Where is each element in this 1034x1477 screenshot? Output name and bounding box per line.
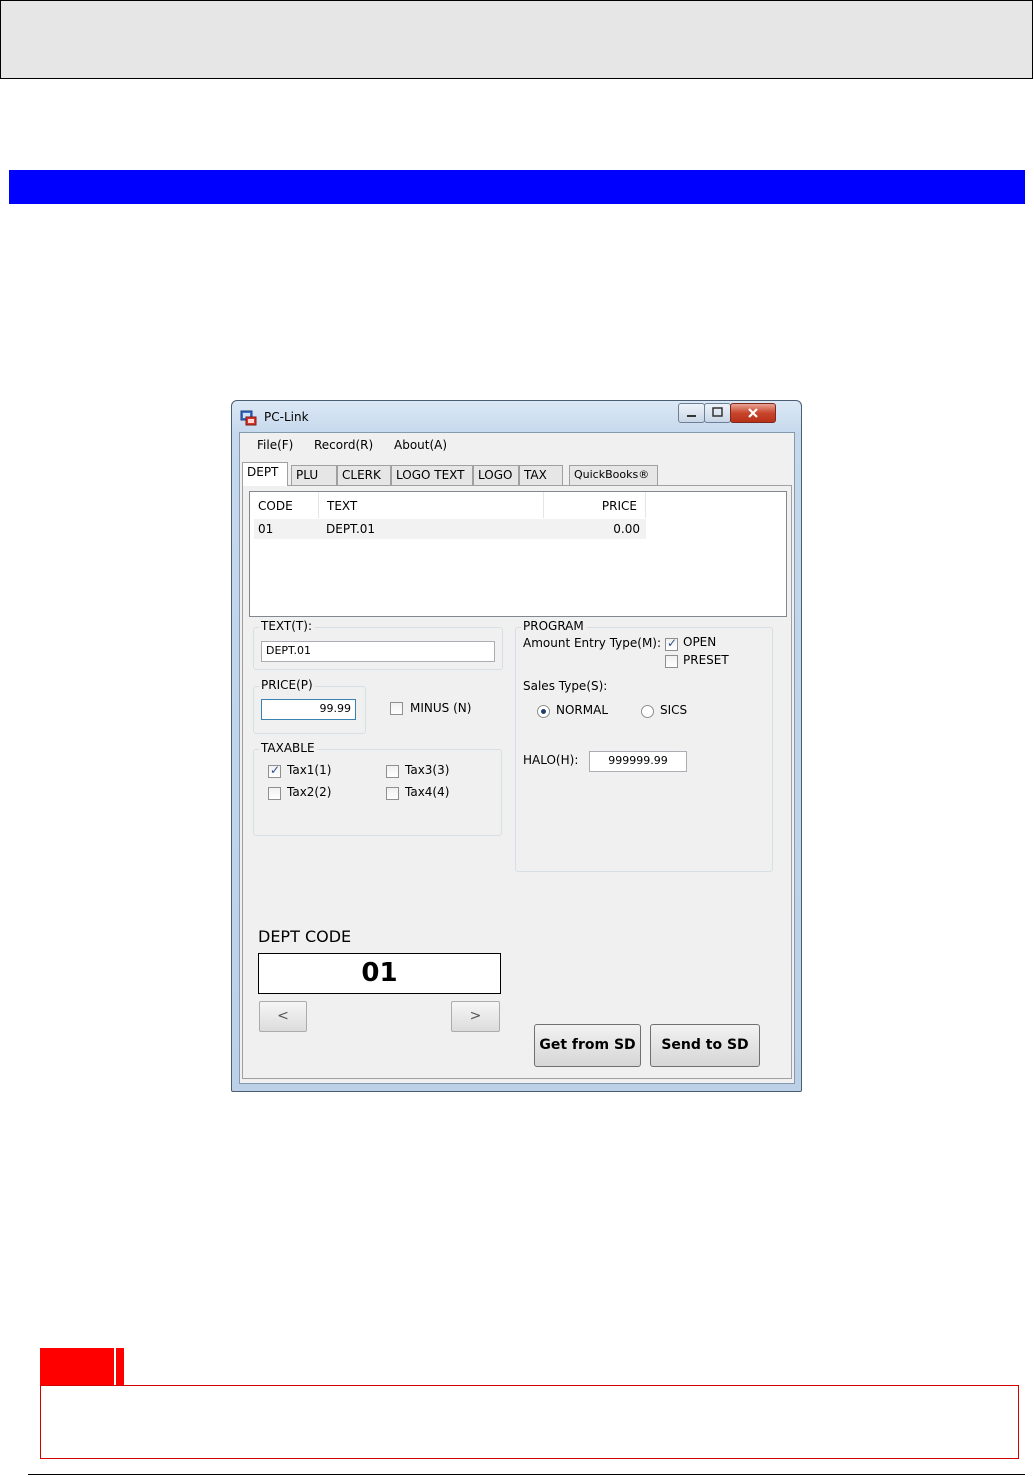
tab-logo-text[interactable]: LOGO TEXT [391,465,473,485]
note-tab [40,1348,114,1386]
close-button[interactable] [730,403,776,423]
app-icon [240,409,257,426]
tab-quickbooks[interactable]: QuickBooks® [569,465,658,485]
pc-link-window: PC-Link File(F) Record(R) About(A) DEPT … [231,400,802,1092]
close-icon [748,408,758,418]
normal-radio[interactable] [537,705,550,718]
maximize-button[interactable] [704,403,731,423]
get-from-sd-button[interactable]: Get from SD [534,1024,641,1067]
dept-code-title: DEPT CODE [258,927,352,946]
sics-radio[interactable] [641,705,654,718]
prev-dept-button[interactable]: < [259,1001,307,1032]
tax1-checkbox[interactable] [268,763,281,778]
row-code: 01 [258,522,274,536]
open-label: OPEN [683,635,717,649]
open-checkbox[interactable] [665,636,678,651]
chevron-left-icon: < [277,1008,289,1024]
row-text: DEPT.01 [326,522,376,536]
sales-type-label: Sales Type(S): [523,679,608,693]
chevron-right-icon: > [469,1008,482,1024]
amount-entry-label: Amount Entry Type(M): [523,636,662,650]
menu-file[interactable]: File(F) [257,438,293,452]
menu-record[interactable]: Record(R) [314,438,373,452]
halo-label: HALO(H): [523,753,579,767]
column-header-code[interactable]: CODE [250,492,319,518]
window-title: PC-Link [264,410,309,424]
table-row[interactable]: 01 DEPT.01 0.00 [254,519,646,539]
tab-logo[interactable]: LOGO [473,465,519,485]
send-to-sd-button[interactable]: Send to SD [650,1024,760,1067]
tab-dept[interactable]: DEPT [242,462,288,486]
maximize-icon [712,407,723,417]
tab-clerk[interactable]: CLERK [337,465,391,485]
program-label: PROGRAM [521,619,586,633]
footer-rule [28,1474,1025,1475]
column-header-price[interactable]: PRICE [544,492,646,518]
client-area: File(F) Record(R) About(A) DEPT PLU CLER… [239,432,795,1084]
text-label: TEXT(T): [259,619,314,633]
text-input[interactable]: DEPT.01 [261,641,495,662]
tax4-label: Tax4(4) [405,785,450,799]
taxable-label: TAXABLE [259,741,317,755]
tab-plu[interactable]: PLU [291,465,337,485]
program-group [515,627,773,872]
caption-buttons [678,403,776,424]
minus-checkbox[interactable] [390,702,403,715]
menu-bar: File(F) Record(R) About(A) [240,433,794,455]
preset-label: PRESET [683,653,729,667]
minimize-icon [687,415,696,417]
price-label: PRICE(P) [259,678,315,692]
tax2-checkbox[interactable] [268,787,281,800]
minus-label: MINUS (N) [410,701,472,715]
page-header-box [0,0,1033,79]
next-dept-button[interactable]: > [451,1001,500,1032]
tax1-label: Tax1(1) [287,763,332,777]
halo-input[interactable]: 999999.99 [589,751,687,772]
column-header-text[interactable]: TEXT [319,492,544,518]
dept-list[interactable]: CODE TEXT PRICE 01 DEPT.01 0.00 [249,491,787,617]
minimize-button[interactable] [678,403,705,423]
price-input[interactable]: 99.99 [261,699,356,720]
tax3-label: Tax3(3) [405,763,450,777]
normal-label: NORMAL [556,703,609,717]
menu-about[interactable]: About(A) [394,438,447,452]
tax3-checkbox[interactable] [386,765,399,778]
note-box [40,1385,1019,1459]
note-tab-edge [114,1348,124,1386]
row-price: 0.00 [613,522,640,536]
tax2-label: Tax2(2) [287,785,332,799]
tax4-checkbox[interactable] [386,787,399,800]
tab-tax[interactable]: TAX [519,465,563,485]
preset-checkbox[interactable] [665,655,678,668]
section-title-bar [9,170,1025,204]
sics-label: SICS [660,703,688,717]
dept-tab-panel: CODE TEXT PRICE 01 DEPT.01 0.00 TEXT(T):… [242,485,792,1079]
dept-code-display: 01 [258,953,501,994]
